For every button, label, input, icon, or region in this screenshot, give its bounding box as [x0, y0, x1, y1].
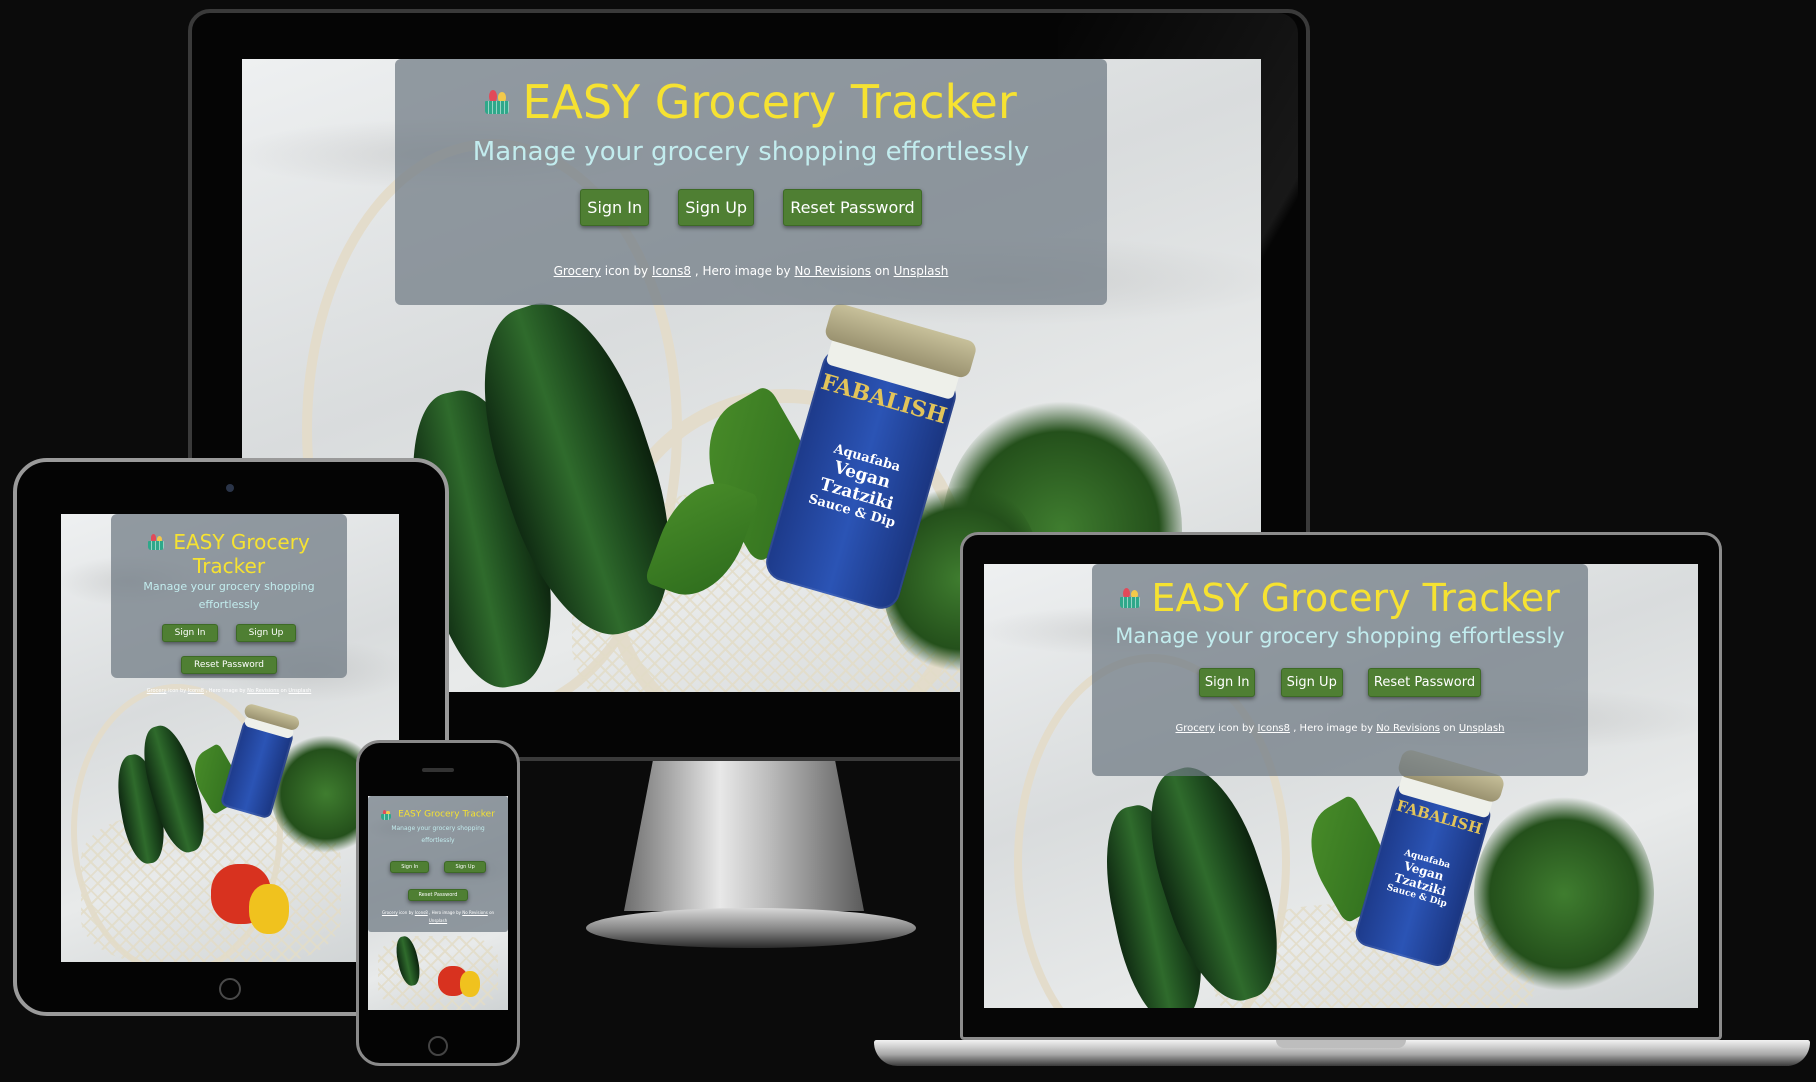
icons8-link[interactable]: Icons8 — [415, 910, 428, 915]
app-tagline: Manage your grocery shopping effortlessl… — [391, 825, 485, 844]
monitor-neck — [624, 761, 864, 911]
auth-buttons: Sign In Sign Up Reset Password — [1092, 668, 1588, 697]
unsplash-link[interactable]: Unsplash — [429, 918, 447, 923]
auth-buttons: Sign In Sign Up Reset Password — [395, 189, 1107, 226]
title-row: EASY Grocery Tracker — [368, 804, 508, 823]
app-title: EASY Grocery Tracker — [173, 530, 310, 578]
app-title: EASY Grocery Tracker — [1151, 576, 1560, 620]
grocery-link[interactable]: Grocery — [554, 264, 601, 278]
icons8-link[interactable]: Icons8 — [188, 688, 204, 694]
laptop: FABALISH Aquafaba Vegan Tzatziki Sauce &… — [960, 532, 1722, 1042]
sign-up-button[interactable]: Sign Up — [1280, 668, 1343, 697]
sign-in-button[interactable]: Sign In — [580, 189, 650, 226]
grocery-basket-icon — [1120, 588, 1141, 608]
credits-line: Grocery icon by Icons8 , Hero image by N… — [146, 688, 312, 694]
tablet-camera — [226, 484, 234, 492]
hero-card: EASY Grocery Tracker Manage your grocery… — [395, 59, 1107, 305]
reset-password-button[interactable]: Reset Password — [180, 656, 278, 674]
app-tagline: Manage your grocery shopping effortlessl… — [143, 580, 315, 611]
mockup-canvas: { "app": { "title": "EASY Grocery Tracke… — [0, 0, 1816, 1082]
jar-label: Aquafaba Vegan Tzatziki Sauce & Dip — [806, 441, 902, 531]
title-row: EASY Grocery Tracker — [395, 75, 1107, 129]
credits-line: Grocery icon by Icons8 , Hero image by N… — [553, 264, 949, 278]
app-title: EASY Grocery Tracker — [398, 809, 495, 820]
tablet-home-button[interactable] — [219, 978, 241, 1000]
jar-label: Aquafaba Vegan Tzatziki Sauce & Dip — [1385, 847, 1452, 910]
sign-in-button[interactable]: Sign In — [1198, 668, 1256, 697]
hero-card: EASY Grocery Tracker Manage your grocery… — [1092, 564, 1588, 776]
tablet-screen: EASY Grocery Tracker Manage your grocery… — [61, 514, 399, 962]
grocery-basket-icon — [381, 809, 392, 820]
reset-password-button[interactable]: Reset Password — [1367, 668, 1482, 697]
no-revisions-link[interactable]: No Revisions — [462, 910, 488, 915]
phone-speaker — [422, 768, 454, 772]
reset-password-button[interactable]: Reset Password — [407, 889, 469, 901]
grocery-basket-icon — [148, 534, 165, 550]
credits-line: Grocery icon by Icons8 , Hero image by N… — [1175, 723, 1505, 734]
sign-in-button[interactable]: Sign In — [161, 624, 219, 642]
grocery-link[interactable]: Grocery — [1176, 723, 1215, 734]
laptop-screen: FABALISH Aquafaba Vegan Tzatziki Sauce &… — [984, 564, 1698, 1008]
grocery-link[interactable]: Grocery — [382, 910, 398, 915]
phone-home-button[interactable] — [428, 1036, 448, 1056]
hero-card: EASY Grocery Tracker Manage your grocery… — [111, 514, 347, 694]
app-tagline: Manage your grocery shopping effortlessl… — [472, 137, 1030, 167]
sign-up-button[interactable]: Sign Up — [444, 861, 486, 873]
no-revisions-link[interactable]: No Revisions — [1376, 723, 1440, 734]
sign-up-button[interactable]: Sign Up — [235, 624, 297, 642]
phone-screen: EASY Grocery Tracker Manage your grocery… — [368, 796, 508, 1010]
hero-card: EASY Grocery Tracker Manage your grocery… — [368, 796, 508, 932]
grocery-basket-icon — [485, 90, 510, 114]
credits-line: Grocery icon by Icons8 , Hero image by N… — [381, 910, 495, 923]
unsplash-link[interactable]: Unsplash — [1459, 723, 1505, 734]
title-row: EASY Grocery Tracker — [1092, 576, 1588, 620]
auth-buttons: Sign In Sign Up — [368, 853, 508, 873]
title-row: EASY Grocery Tracker — [111, 530, 347, 578]
unsplash-link[interactable]: Unsplash — [894, 264, 949, 278]
sign-in-button[interactable]: Sign In — [390, 861, 430, 873]
icons8-link[interactable]: Icons8 — [1258, 723, 1290, 734]
reset-password-button[interactable]: Reset Password — [783, 189, 922, 226]
icons8-link[interactable]: Icons8 — [652, 264, 691, 278]
sign-up-button[interactable]: Sign Up — [678, 189, 755, 226]
no-revisions-link[interactable]: No Revisions — [794, 264, 871, 278]
unsplash-link[interactable]: Unsplash — [288, 688, 311, 694]
auth-buttons: Sign In Sign Up — [111, 620, 347, 642]
laptop-notch — [1276, 1040, 1406, 1048]
no-revisions-link[interactable]: No Revisions — [247, 688, 279, 694]
monitor-base — [586, 908, 916, 948]
phone: EASY Grocery Tracker Manage your grocery… — [356, 740, 520, 1066]
app-tagline: Manage your grocery shopping effortlessl… — [1115, 624, 1565, 648]
app-title: EASY Grocery Tracker — [522, 75, 1017, 129]
grocery-link[interactable]: Grocery — [147, 688, 167, 694]
